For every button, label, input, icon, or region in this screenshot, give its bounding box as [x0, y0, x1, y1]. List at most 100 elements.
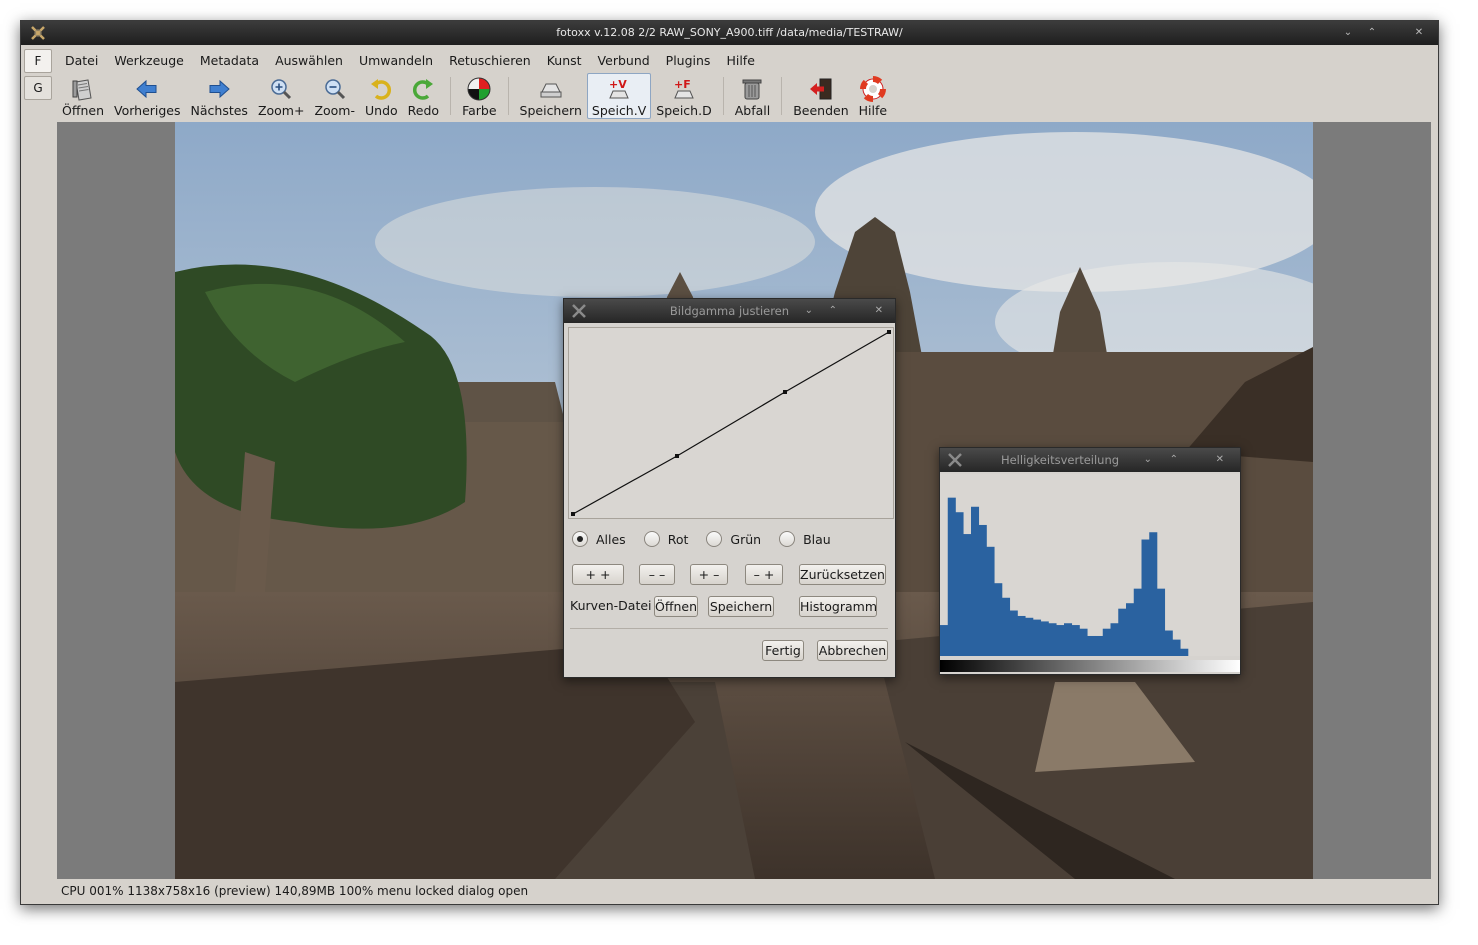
histogram-bar — [1056, 625, 1065, 656]
plus-minus-button[interactable]: + – — [690, 564, 728, 585]
menu-auswaehlen[interactable]: Auswählen — [267, 50, 351, 72]
help-label: Hilfe — [858, 103, 888, 118]
minus-plus-button[interactable]: – + — [745, 564, 783, 585]
plus-plus-button[interactable]: + + — [572, 564, 624, 585]
title-bar[interactable]: fotoxx v.12.08 2/2 RAW_SONY_A900.tiff /d… — [21, 21, 1438, 45]
tab-g[interactable]: G — [24, 76, 52, 100]
minimize-button[interactable]: ⌄ — [1144, 448, 1152, 472]
arrow-right-icon — [209, 79, 230, 99]
histogram-bar — [1025, 617, 1034, 656]
save-file-icon: +F — [674, 78, 694, 99]
save-version-label: Speich.V — [591, 103, 647, 118]
undo-button[interactable]: Undo — [360, 73, 403, 119]
radio-gruen-label: Grün — [730, 531, 762, 547]
save-file-label: Speich.D — [656, 103, 712, 118]
histogram-bar — [1009, 610, 1018, 656]
maximize-button[interactable]: ⌃ — [829, 299, 837, 323]
redo-button[interactable]: Redo — [403, 73, 444, 119]
help-button[interactable]: Hilfe — [854, 73, 892, 119]
save-file-button[interactable]: +F Speich.D — [651, 73, 716, 119]
menu-hilfe[interactable]: Hilfe — [718, 50, 762, 72]
save-button[interactable]: Speichern — [515, 73, 587, 119]
zoom-out-icon — [324, 79, 345, 100]
minus-minus-button[interactable]: – – — [639, 564, 675, 585]
cancel-button[interactable]: Abbrechen — [817, 640, 888, 661]
gamma-curve-editor[interactable] — [568, 327, 894, 519]
minimize-button[interactable]: ⌄ — [805, 299, 813, 323]
previous-button[interactable]: Vorheriges — [109, 73, 186, 119]
quit-button[interactable]: Beenden — [788, 73, 853, 119]
histogram-bar — [1157, 588, 1166, 656]
zoom-in-label: Zoom+ — [257, 103, 305, 118]
menu-plugins[interactable]: Plugins — [658, 50, 719, 72]
save-version-button[interactable]: +V Speich.V — [586, 73, 652, 119]
gamma-dialog-title-bar[interactable]: Bildgamma justieren ⌄ ⌃ ✕ — [564, 299, 895, 323]
menu-verbund[interactable]: Verbund — [590, 50, 658, 72]
histogram-bar — [986, 546, 995, 656]
radio-gruen[interactable]: Grün — [706, 531, 761, 547]
histogram-dialog-title-bar[interactable]: Helligkeitsverteilung ⌄ ⌃ ✕ — [940, 448, 1240, 472]
radio-blau[interactable]: Blau — [779, 531, 831, 547]
color-button[interactable]: Farbe — [457, 73, 501, 119]
status-bar: CPU 001% 1138x758x16 (preview) 140,89MB … — [61, 884, 529, 898]
maximize-button[interactable]: ⌃ — [1170, 448, 1178, 472]
open-button[interactable]: Öffnen — [57, 73, 109, 119]
histogram-bar — [1133, 588, 1142, 656]
maximize-button[interactable]: ⌃ — [1364, 25, 1380, 40]
radio-gruen-indicator[interactable] — [706, 531, 723, 547]
toolbar-separator — [722, 77, 724, 115]
redo-icon — [413, 79, 434, 100]
toolbar: Öffnen Vorheriges Nächstes Zoom+ Zoom- U… — [57, 73, 892, 121]
minimize-button[interactable]: ⌄ — [1340, 25, 1356, 40]
histogram-bar — [1095, 635, 1104, 656]
svg-text:+V: +V — [609, 78, 627, 91]
next-button[interactable]: Nächstes — [186, 73, 253, 119]
gamma-dialog-title: Bildgamma justieren — [669, 304, 790, 318]
histogram-bar — [1110, 623, 1119, 656]
undo-icon — [371, 79, 392, 100]
histogram-bar — [955, 512, 964, 656]
save-label: Speichern — [519, 103, 582, 118]
reset-button[interactable]: Zurücksetzen — [799, 564, 886, 585]
toolbar-separator — [450, 77, 452, 115]
radio-blau-indicator[interactable] — [779, 531, 796, 547]
radio-alles-indicator[interactable] — [572, 531, 588, 547]
zoom-in-button[interactable]: Zoom+ — [253, 73, 310, 119]
histogram-bar — [1017, 615, 1026, 656]
radio-alles[interactable]: Alles — [572, 531, 626, 547]
zoom-out-label: Zoom- — [314, 103, 355, 118]
radio-blau-label: Blau — [803, 531, 831, 547]
histogram-bar — [1149, 532, 1158, 656]
histogram-bar — [1141, 539, 1150, 656]
menu-retuschieren[interactable]: Retuschieren — [441, 50, 539, 72]
histogram-bar — [1064, 623, 1073, 656]
histogram-bar — [1033, 619, 1042, 656]
histogram-button[interactable]: Histogramm — [799, 596, 877, 617]
tab-f[interactable]: F — [24, 49, 52, 73]
done-button[interactable]: Fertig — [762, 640, 804, 661]
histogram-bar — [978, 524, 987, 656]
histogram-bar — [1180, 648, 1189, 656]
side-tab-strip: F G — [24, 49, 52, 103]
menu-umwandeln[interactable]: Umwandeln — [351, 50, 441, 72]
curve-open-button[interactable]: Öffnen — [654, 596, 698, 617]
menu-metadata[interactable]: Metadata — [192, 50, 267, 72]
zoom-out-button[interactable]: Zoom- — [309, 73, 360, 119]
dialog-divider — [570, 628, 888, 629]
menu-kunst[interactable]: Kunst — [539, 50, 590, 72]
gamma-dialog: Bildgamma justieren ⌄ ⌃ ✕ Alles Rot Grün… — [563, 298, 896, 678]
histogram-bar — [971, 506, 980, 656]
radio-rot-indicator[interactable] — [643, 531, 660, 547]
close-button[interactable]: ✕ — [875, 299, 883, 323]
close-button[interactable]: ✕ — [1410, 25, 1428, 40]
histogram-bar — [994, 583, 1003, 656]
menu-werkzeuge[interactable]: Werkzeuge — [106, 50, 192, 72]
histogram-bar — [940, 625, 949, 656]
svg-text:+F: +F — [674, 78, 691, 91]
close-button[interactable]: ✕ — [1216, 448, 1224, 472]
curve-save-button[interactable]: Speichern — [708, 596, 774, 617]
menu-datei[interactable]: Datei — [57, 50, 106, 72]
radio-rot[interactable]: Rot — [643, 531, 688, 547]
color-label: Farbe — [462, 103, 497, 118]
trash-button[interactable]: Abfall — [730, 73, 776, 119]
